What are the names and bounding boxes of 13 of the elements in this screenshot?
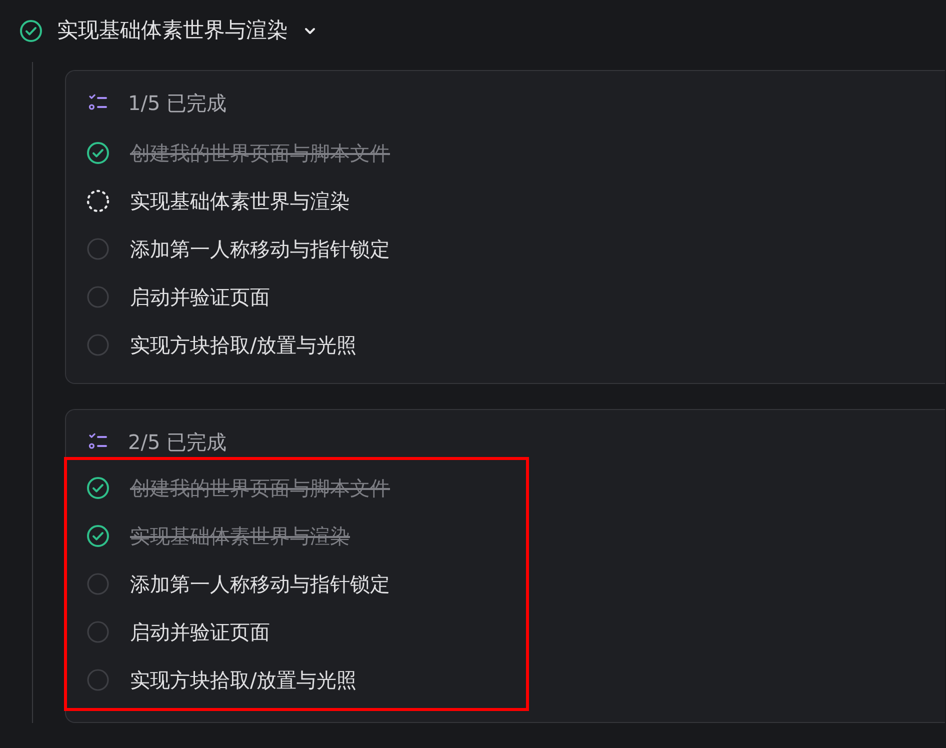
- task-item-label: 创建我的世界页面与脚本文件: [130, 475, 390, 502]
- task-title: 实现基础体素世界与渲染: [57, 17, 288, 44]
- task-item-label: 创建我的世界页面与脚本文件: [130, 140, 390, 167]
- task-item-label: 实现基础体素世界与渲染: [130, 523, 350, 550]
- progress-label: 1/5 已完成: [128, 90, 227, 117]
- task-item-label: 启动并验证页面: [130, 284, 270, 311]
- task-item-label: 实现方块拾取/放置与光照: [130, 332, 357, 359]
- task-item-label: 实现方块拾取/放置与光照: [130, 667, 357, 694]
- task-item-label: 启动并验证页面: [130, 619, 270, 646]
- task-item-label: 添加第一人称移动与指针锁定: [130, 571, 390, 598]
- progress-label: 2/5 已完成: [128, 429, 227, 456]
- task-item-label: 实现基础体素世界与渲染: [130, 188, 350, 215]
- task-item-label: 添加第一人称移动与指针锁定: [130, 236, 390, 263]
